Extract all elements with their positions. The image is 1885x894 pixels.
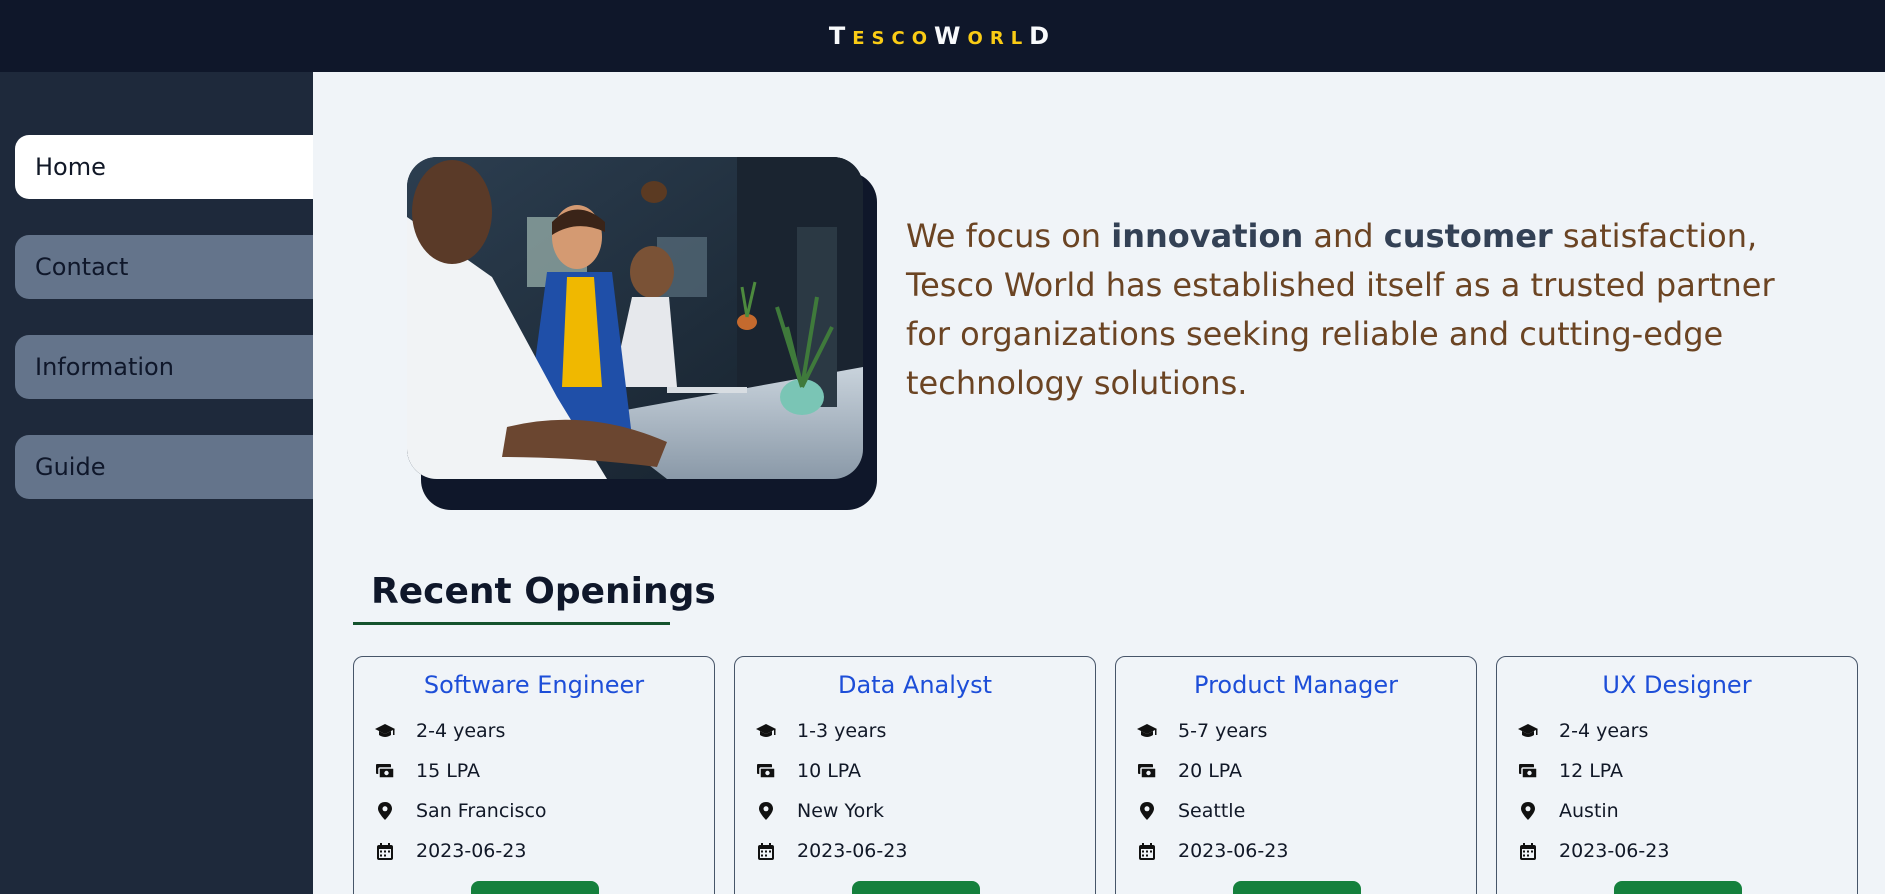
- job-location-value: New York: [797, 800, 885, 822]
- job-experience-value: 2-4 years: [1559, 720, 1649, 742]
- graduation-cap-icon: [1136, 720, 1158, 742]
- money-icon: [1136, 760, 1158, 782]
- money-icon: [1517, 760, 1539, 782]
- logo-letters: ESCO: [852, 28, 935, 49]
- map-pin-icon: [1136, 800, 1158, 822]
- graduation-cap-icon: [1517, 720, 1539, 742]
- job-title[interactable]: Software Engineer: [354, 671, 714, 699]
- section-title: Recent Openings: [371, 571, 716, 612]
- calendar-icon: [1517, 840, 1539, 862]
- job-experience: 2-4 years: [374, 717, 505, 745]
- hero-text-part: and: [1303, 217, 1384, 255]
- job-salary: 15 LPA: [374, 757, 480, 785]
- sidebar-item-information[interactable]: Information: [15, 335, 313, 399]
- logo-letters: T: [828, 22, 853, 50]
- apply-button[interactable]: [1614, 881, 1742, 894]
- job-experience-value: 5-7 years: [1178, 720, 1268, 742]
- job-title[interactable]: Product Manager: [1116, 671, 1476, 699]
- job-location: San Francisco: [374, 797, 547, 825]
- hero-highlight-innovation: innovation: [1111, 217, 1304, 255]
- hero-highlight-customer: customer: [1383, 217, 1553, 255]
- job-date: 2023-06-23: [1136, 837, 1288, 865]
- sidebar-item-label: Information: [35, 353, 174, 381]
- section-underline: [353, 622, 670, 625]
- job-location-value: Austin: [1559, 800, 1619, 822]
- job-card: UX Designer 2-4 years 12 LPA Austin 2023-06-…: [1496, 656, 1858, 894]
- job-date-value: 2023-06-23: [1559, 840, 1670, 862]
- job-experience: 2-4 years: [1517, 717, 1648, 745]
- job-salary: 12 LPA: [1517, 757, 1623, 785]
- logo-letters: D: [1029, 22, 1057, 50]
- job-location: New York: [755, 797, 884, 825]
- job-date-value: 2023-06-23: [797, 840, 908, 862]
- job-date-value: 2023-06-23: [416, 840, 527, 862]
- job-card: Product Manager 5-7 years 20 LPA Seattle 202…: [1115, 656, 1477, 894]
- job-salary-value: 20 LPA: [1178, 760, 1243, 782]
- graduation-cap-icon: [374, 720, 396, 742]
- site-logo[interactable]: T ESCO W ORL D: [829, 22, 1056, 50]
- job-title[interactable]: UX Designer: [1497, 671, 1857, 699]
- sidebar-item-contact[interactable]: Contact: [15, 235, 313, 299]
- map-pin-icon: [755, 800, 777, 822]
- job-location: Austin: [1517, 797, 1619, 825]
- calendar-icon: [374, 840, 396, 862]
- job-date-value: 2023-06-23: [1178, 840, 1289, 862]
- job-experience-value: 2-4 years: [416, 720, 506, 742]
- job-experience: 1-3 years: [755, 717, 886, 745]
- map-pin-icon: [1517, 800, 1539, 822]
- job-location-value: San Francisco: [416, 800, 547, 822]
- sidebar-item-label: Contact: [35, 253, 129, 281]
- hero-image: [407, 157, 863, 479]
- calendar-icon: [755, 840, 777, 862]
- graduation-cap-icon: [755, 720, 777, 742]
- apply-button[interactable]: [471, 881, 599, 894]
- job-salary-value: 15 LPA: [416, 760, 481, 782]
- job-salary: 10 LPA: [755, 757, 861, 785]
- job-card: Software Engineer 2-4 years 15 LPA San Fran…: [353, 656, 715, 894]
- calendar-icon: [1136, 840, 1158, 862]
- sidebar-item-home[interactable]: Home: [15, 135, 313, 199]
- money-icon: [755, 760, 777, 782]
- hero-description: We focus on innovation and customer sati…: [906, 212, 1786, 408]
- map-pin-icon: [374, 800, 396, 822]
- top-header: T ESCO W ORL D: [0, 0, 1885, 72]
- sidebar: Home Contact Information Guide: [0, 72, 313, 894]
- job-location: Seattle: [1136, 797, 1245, 825]
- job-experience-value: 1-3 years: [797, 720, 887, 742]
- job-date: 2023-06-23: [1517, 837, 1669, 865]
- job-title[interactable]: Data Analyst: [735, 671, 1095, 699]
- logo-letters: W: [934, 22, 968, 50]
- job-date: 2023-06-23: [374, 837, 526, 865]
- job-experience: 5-7 years: [1136, 717, 1267, 745]
- job-salary-value: 10 LPA: [797, 760, 862, 782]
- job-location-value: Seattle: [1178, 800, 1246, 822]
- job-card: Data Analyst 1-3 years 10 LPA New York 2023-…: [734, 656, 1096, 894]
- sidebar-item-label: Guide: [35, 453, 106, 481]
- job-salary: 20 LPA: [1136, 757, 1242, 785]
- job-date: 2023-06-23: [755, 837, 907, 865]
- logo-letters: ORL: [967, 28, 1030, 49]
- job-salary-value: 12 LPA: [1559, 760, 1624, 782]
- sidebar-item-guide[interactable]: Guide: [15, 435, 313, 499]
- money-icon: [374, 760, 396, 782]
- sidebar-item-label: Home: [35, 153, 106, 181]
- hero-text-part: We focus on: [906, 217, 1112, 255]
- apply-button[interactable]: [852, 881, 980, 894]
- apply-button[interactable]: [1233, 881, 1361, 894]
